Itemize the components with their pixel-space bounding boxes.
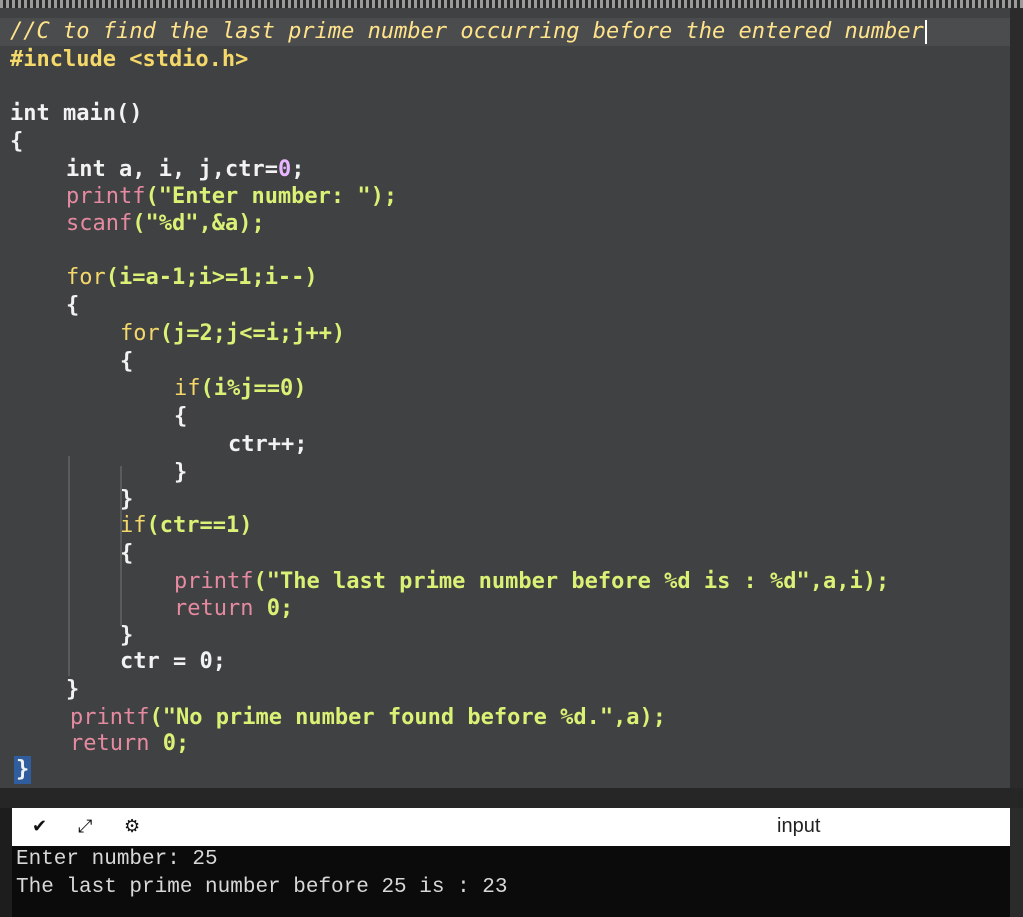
code-line-21: printf("The last prime number before %d … [174,569,890,594]
code-line-1: //C to find the last prime number occurr… [10,18,927,46]
code-line-22: return 0; [174,596,294,621]
code-line-13: { [120,349,134,374]
chevron-down-icon[interactable]: ✔ [32,816,47,837]
code-line-11: { [66,293,80,318]
code-line-25: } [66,677,80,702]
indent-guide [68,456,70,676]
code-line-14: if(i%j==0) [174,376,307,401]
code-line-26: printf("No prime number found before %d.… [70,705,667,730]
code-line-17: } [174,460,188,485]
console-line: The last prime number before 25 is : 23 [16,876,508,899]
code-line-4: int main() [10,101,143,126]
panel-divider [0,788,1023,808]
code-line-5: { [10,129,24,154]
code-line-23: } [120,623,134,648]
code-line-10: for(i=a-1;i>=1;i--) [66,265,318,290]
output-console[interactable]: Enter number: 25 The last prime number b… [12,846,1010,917]
code-editor[interactable]: //C to find the last prime number occurr… [0,8,1010,788]
console-line: Enter number: 25 [16,848,218,871]
console-toolbar: ✔ ⤢ ⚙ input [12,808,1010,846]
right-scroll-edge [1010,8,1023,917]
code-line-19: if(ctr==1) [120,513,253,538]
code-line-28: } [14,756,32,784]
settings-icon[interactable]: ⚙ [124,816,140,837]
indent-guide [120,466,122,626]
code-line-24: ctr = 0; [120,649,226,674]
code-line-7: printf("Enter number: "); [66,184,398,209]
code-line-27: return 0; [70,731,190,756]
code-line-2: #include <stdio.h> [10,47,249,72]
code-line-8: scanf("%d",&a); [66,211,265,236]
code-line-12: for(j=2;j<=i;j++) [120,321,346,346]
expand-icon[interactable]: ⤢ [78,816,92,837]
top-border-stars [0,0,1023,8]
code-line-6: int a, i, j,ctr=0; [66,157,305,182]
code-line-15: { [174,404,188,429]
code-line-16: ctr++; [228,432,308,457]
text-cursor [924,20,927,44]
input-tab[interactable]: input [777,815,820,838]
